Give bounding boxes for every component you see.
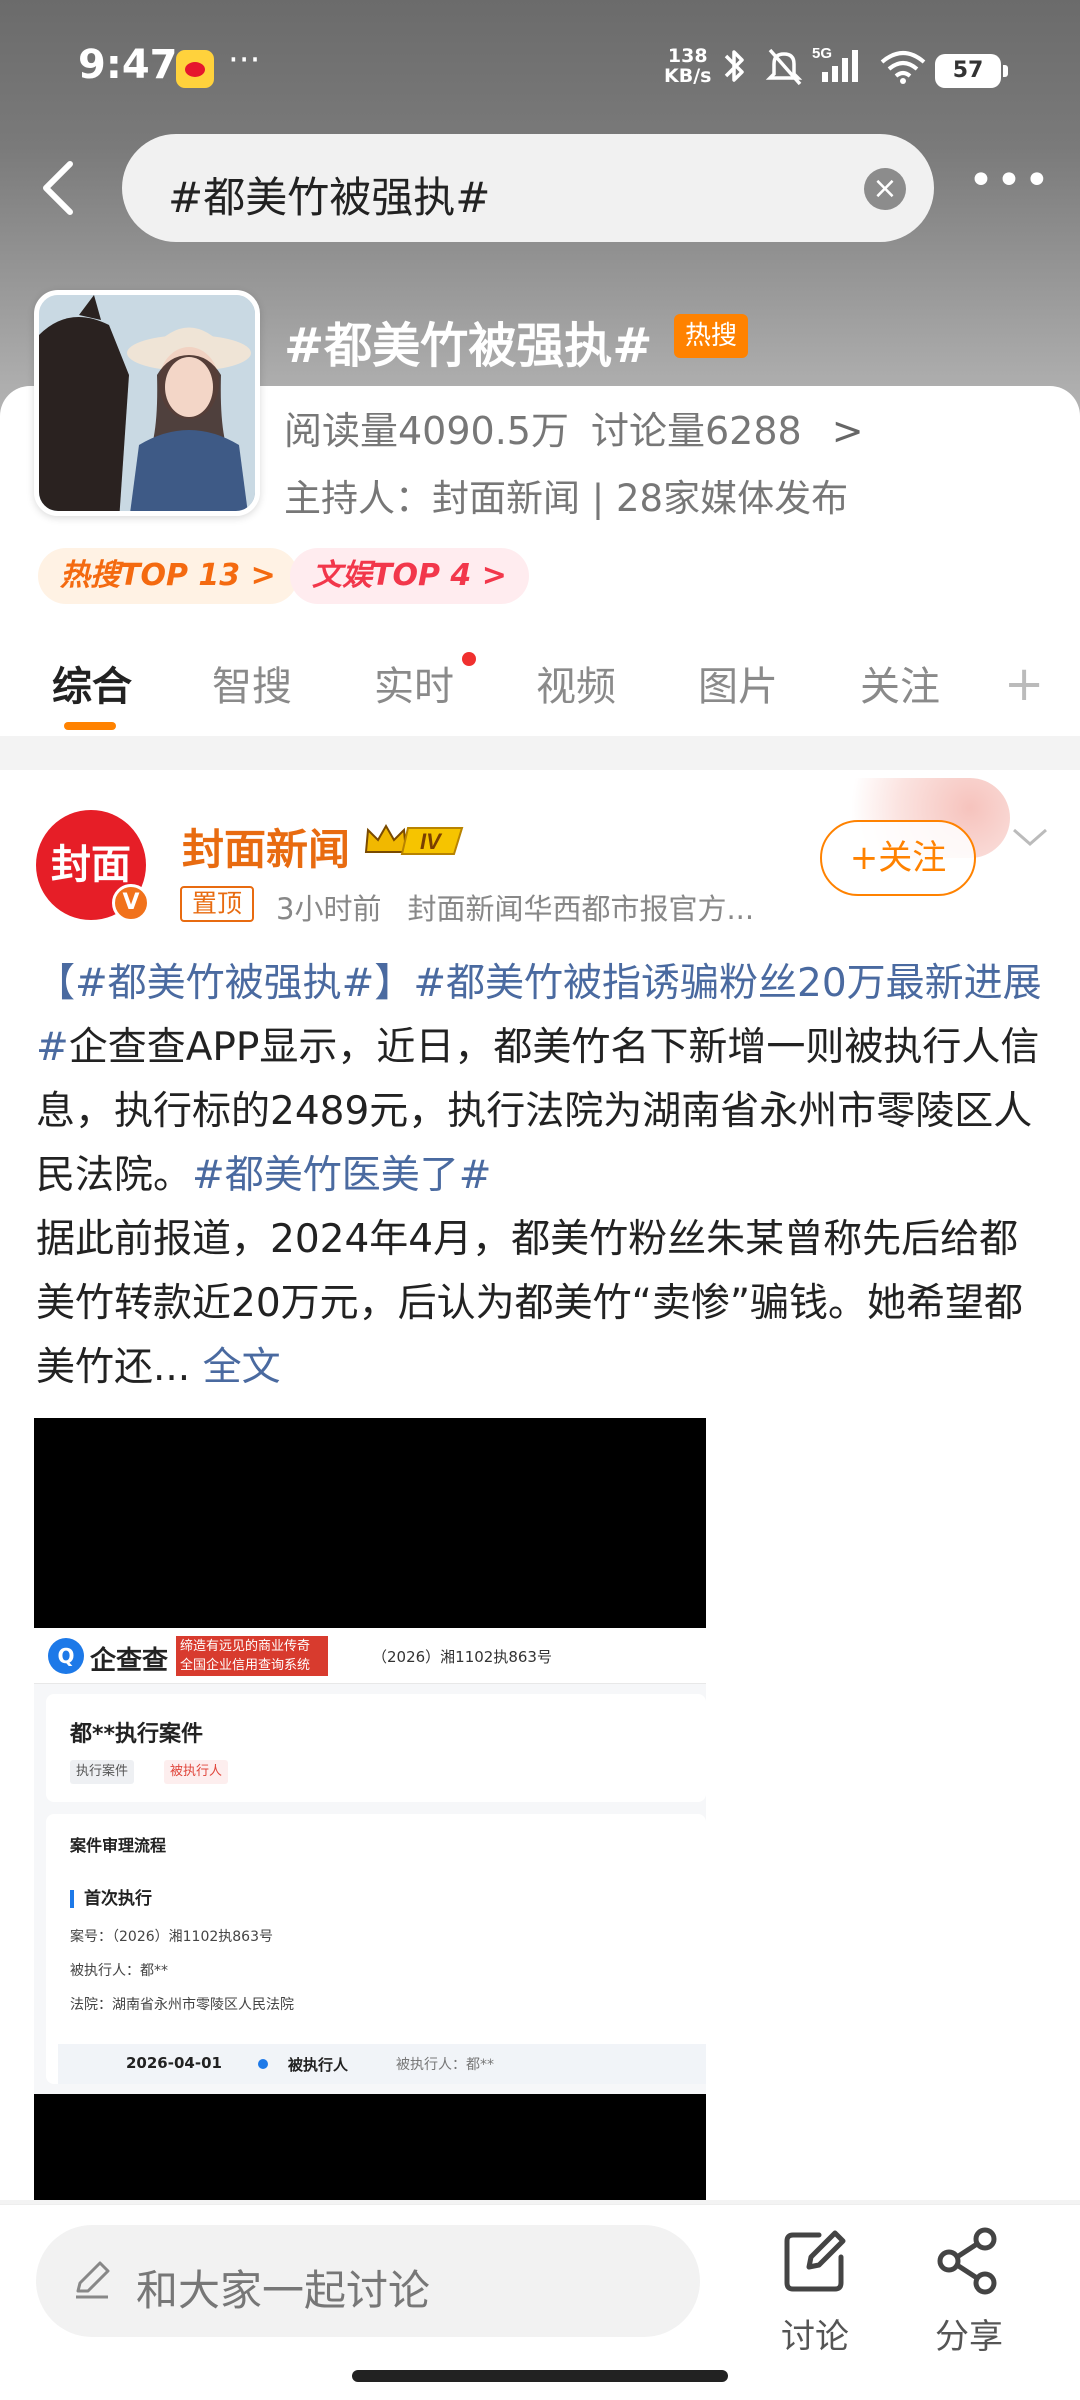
chevron-down-icon[interactable] [1010, 822, 1050, 852]
qcc-slogan-line1: 缔造有远见的商业传奇 [180, 1639, 311, 1654]
back-button[interactable] [36, 158, 86, 218]
hot-search-badge: 热搜 [674, 314, 748, 358]
tab-following[interactable]: 关注 [860, 654, 940, 712]
post-time: 3小时前 [276, 892, 382, 926]
pen-icon [76, 2261, 110, 2299]
post-card: 封面 V 封面新闻 IV 置顶 3小时前 封面新闻华西都市报官方... +关注 【… [0, 770, 1080, 2200]
author-name[interactable]: 封面新闻 [182, 816, 350, 877]
active-tab-indicator [64, 722, 116, 730]
qcc-slogan: 缔造有远见的商业传奇 全国企业信用查询系统 [176, 1636, 328, 1676]
case-number-row: 案号：（2026）湘1102执863号 [70, 1929, 273, 1945]
case-title: 都**执行案件 [70, 1722, 204, 1747]
wifi-icon [880, 51, 926, 84]
share-button[interactable]: 分享 [914, 2219, 1024, 2369]
entertainment-rank-chip[interactable]: 文娱TOP 4 > [290, 548, 529, 604]
process-stage: 首次执行 [70, 1890, 152, 1908]
battery-icon: 57 [935, 54, 1008, 88]
clear-search-button[interactable]: × [864, 168, 906, 210]
mute-icon [765, 48, 803, 86]
share-icon [937, 2227, 997, 2295]
hashtag-cosmetic[interactable]: #都美竹医美了# [192, 1153, 491, 1198]
topic-host: 主持人：封面新闻 | 28家媒体发布 [284, 477, 849, 520]
weibo-app-icon [176, 50, 214, 88]
crown-level-icon: IV [364, 823, 464, 855]
verified-badge: V [112, 884, 150, 922]
case-process-panel: 案件审理流程 首次执行 案号：（2026）湘1102执863号 被执行人：都**… [46, 1814, 706, 2084]
net-speed: 138 KB/s [664, 46, 711, 86]
case-number-header: （2026）湘1102执863号 [372, 1648, 552, 1666]
executee-row: 被执行人：都** [70, 1963, 168, 1979]
qcc-header: Q 企查查 缔造有远见的商业传奇 全国企业信用查询系统 （2026）湘1102执… [34, 1628, 706, 1684]
share-label: 分享 [935, 2317, 1003, 2357]
case-summary-panel: 都**执行案件 执行案件 被执行人 [46, 1694, 706, 1802]
chevron-right-icon: > [831, 409, 864, 453]
timeline-dot [258, 2059, 268, 2069]
pinned-badge: 置顶 [180, 886, 255, 922]
search-query: #都美竹被强执# [168, 173, 491, 222]
level-text: IV [420, 829, 443, 854]
topic-cover-image[interactable] [34, 290, 260, 516]
hashtag-topic[interactable]: 【#都美竹被强执#】 [36, 961, 413, 1006]
executee-tag: 被执行人 [164, 1760, 229, 1784]
court-row: 法院：湖南省永州市零陵区人民法院 [70, 1997, 294, 2013]
timeline-date: 2026-04-01 [126, 2054, 222, 2072]
read-count: 阅读量4090.5万 [284, 409, 569, 453]
new-content-dot [462, 652, 476, 666]
comment-input[interactable]: 和大家一起讨论 [36, 2225, 700, 2337]
post-text-paragraph-1: 企查查APP显示，近日，都美竹名下新增一则被执行人信息，执行标的2489元，执行… [36, 1025, 1040, 1198]
edit-icon [784, 2230, 846, 2292]
search-input[interactable]: #都美竹被强执# × [122, 134, 934, 242]
post-image[interactable]: Q 企查查 缔造有远见的商业传奇 全国企业信用查询系统 （2026）湘1102执… [34, 1418, 706, 2200]
qcc-logo-icon: Q [48, 1638, 84, 1674]
timeline-person: 被执行人：都** [396, 2057, 494, 2073]
tab-video[interactable]: 视频 [536, 654, 616, 712]
comment-placeholder: 和大家一起讨论 [136, 2266, 431, 2315]
tab-pictures[interactable]: 图片 [698, 654, 778, 712]
more-options-button[interactable]: ••• [968, 159, 1050, 206]
process-section-title: 案件审理流程 [70, 1836, 167, 1855]
bluetooth-icon [724, 50, 744, 82]
topic-title: #都美竹被强执# [284, 318, 653, 374]
net-speed-unit: KB/s [664, 65, 712, 87]
add-tab-button[interactable]: + [1004, 656, 1044, 712]
case-type-tag: 执行案件 [70, 1760, 135, 1784]
tab-smart-search[interactable]: 智搜 [212, 654, 292, 712]
case-timeline: 2026-04-01 被执行人 被执行人：都** [58, 2044, 706, 2084]
hot-rank-chip[interactable]: 热搜TOP 13 > [38, 548, 298, 604]
post-source: 封面新闻华西都市报官方... [407, 892, 755, 926]
qcc-screenshot: Q 企查查 缔造有远见的商业传奇 全国企业信用查询系统 （2026）湘1102执… [34, 1628, 706, 2094]
notification-more-icon: ··· [228, 40, 261, 80]
tab-comprehensive[interactable]: 综合 [52, 654, 132, 712]
tab-realtime[interactable]: 实时 [374, 654, 454, 712]
status-time: 9:47 [78, 42, 178, 88]
topic-stats[interactable]: 阅读量4090.5万 讨论量6288 > [284, 400, 886, 455]
svg-text:5G: 5G [812, 45, 832, 62]
timeline-role: 被执行人 [288, 2056, 349, 2074]
post-meta: 3小时前 封面新闻华西都市报官方... [276, 886, 780, 928]
topic-cover-illustration [39, 295, 255, 511]
tab-bar: 综合 智搜 实时 视频 图片 关注 + [0, 636, 1080, 736]
qcc-slogan-line2: 全国企业信用查询系统 [180, 1658, 311, 1673]
chevron-left-icon [43, 161, 73, 215]
discuss-label: 讨论 [781, 2317, 849, 2357]
signal-icon: 5G [812, 45, 858, 82]
post-text-paragraph-2: 据此前报道，2024年4月，都美竹粉丝朱某曾称先后给都美竹转款近20万元，后认为… [36, 1217, 1024, 1390]
home-indicator[interactable] [352, 2370, 728, 2382]
qcc-brand: 企查查 [90, 1646, 169, 1676]
status-bar: 9:47 ··· 138 KB/s 5G 57 [0, 0, 1080, 130]
discuss-button[interactable]: 讨论 [760, 2219, 870, 2369]
net-speed-value: 138 [667, 45, 708, 67]
discussion-count: 讨论量6288 [590, 409, 802, 453]
follow-button[interactable]: +关注 [820, 820, 976, 896]
post-text: 【#都美竹被强执#】#都美竹被指诱骗粉丝20万最新进展#企查查APP显示，近日，… [36, 952, 1046, 1400]
read-full-link[interactable]: 全文 [203, 1345, 281, 1390]
